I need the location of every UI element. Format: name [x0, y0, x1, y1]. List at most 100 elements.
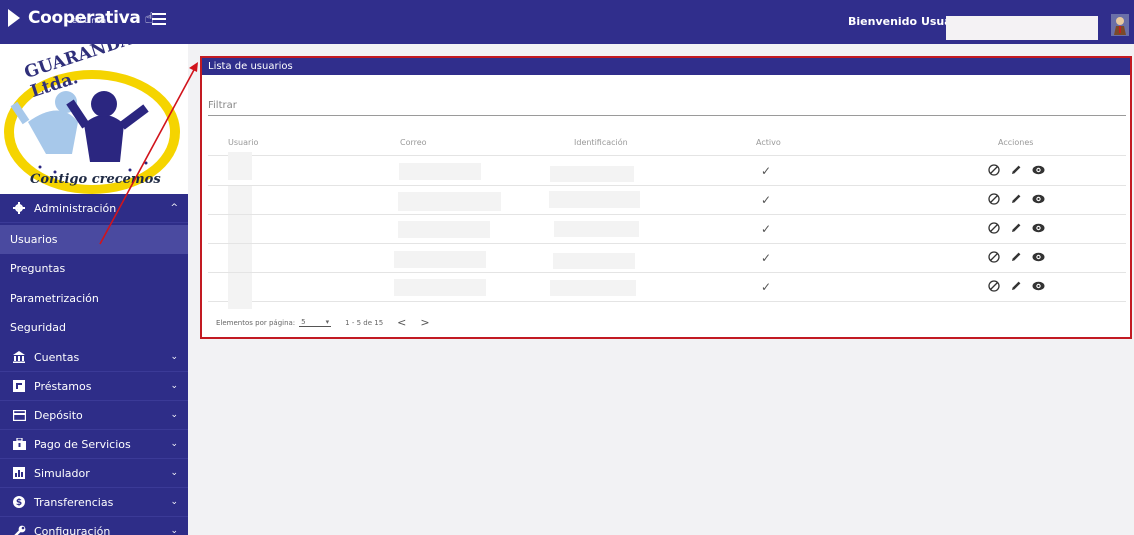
next-page-button[interactable]: > — [420, 316, 429, 329]
chevron-down-icon: ⌄ — [170, 439, 178, 449]
column-header-usuario[interactable]: Usuario — [228, 138, 258, 147]
view-eye-icon[interactable] — [1031, 221, 1045, 235]
top-bar: Cooperativa ☝ en Línea Bienvenido Usuari… — [0, 0, 1134, 44]
bank-icon — [12, 350, 26, 364]
username-field — [946, 16, 1098, 40]
logo-slogan: Contigo crecemos — [30, 172, 161, 187]
view-eye-icon[interactable] — [1031, 163, 1045, 177]
loan-icon — [12, 379, 26, 393]
user-list-card: Lista de usuarios Filtrar Usuario Correo… — [200, 56, 1132, 339]
edit-pencil-icon[interactable] — [1009, 221, 1023, 235]
sidebar-item-simulador[interactable]: Simulador ⌄ — [0, 459, 188, 488]
sidebar-item-prestamos[interactable]: Préstamos ⌄ — [0, 372, 188, 401]
sidebar-item-label: Parametrización — [10, 292, 99, 305]
chevron-down-icon: ⌄ — [170, 381, 178, 391]
edit-pencil-icon[interactable] — [1009, 192, 1023, 206]
chevron-down-icon: ⌄ — [170, 410, 178, 420]
row-actions — [987, 250, 1045, 264]
wrench-icon — [12, 524, 26, 535]
sidebar-item-preguntas[interactable]: Preguntas — [0, 254, 188, 283]
correo-cell — [398, 192, 501, 211]
sidebar-item-label: Simulador — [34, 466, 90, 480]
column-header-correo[interactable]: Correo — [400, 138, 427, 147]
identificacion-cell — [554, 221, 639, 237]
user-avatar-icon[interactable] — [1111, 14, 1129, 36]
hamburger-menu-icon[interactable] — [152, 13, 166, 25]
edit-pencil-icon[interactable] — [1009, 250, 1023, 264]
table-row: ✓ — [208, 152, 1126, 186]
sidebar-item-configuracion[interactable]: Configuración ⌄ — [0, 517, 188, 535]
view-eye-icon[interactable] — [1031, 279, 1045, 293]
sidebar: GUARANDA Ltda. Contigo crecemos Administ… — [0, 44, 188, 535]
usuario-cell — [228, 215, 252, 243]
usuario-cell — [228, 152, 252, 180]
sidebar-item-label: Préstamos — [34, 379, 92, 393]
play-arrow-icon — [8, 9, 20, 27]
chevron-up-icon: ^ — [170, 203, 178, 213]
disable-icon[interactable] — [987, 192, 1001, 206]
sidebar-item-label: Transferencias — [34, 495, 114, 509]
row-actions — [987, 279, 1045, 293]
transfer-icon: $ — [12, 495, 26, 509]
edit-pencil-icon[interactable] — [1009, 163, 1023, 177]
column-header-acciones: Acciones — [998, 138, 1034, 147]
page-range: 1 - 5 de 15 — [345, 318, 384, 327]
dropdown-arrow-icon: ▾ — [325, 318, 330, 326]
view-eye-icon[interactable] — [1031, 192, 1045, 206]
sidebar-item-administracion[interactable]: Administración ^ — [0, 194, 188, 223]
active-check-icon: ✓ — [761, 193, 772, 207]
sidebar-item-label: Administración — [34, 201, 117, 215]
row-actions — [987, 163, 1045, 177]
sidebar-item-label: Pago de Servicios — [34, 437, 131, 451]
disable-icon[interactable] — [987, 163, 1001, 177]
cooperative-logo: GUARANDA Ltda. Contigo crecemos — [0, 44, 188, 194]
usuario-cell — [228, 244, 252, 272]
correo-cell — [398, 221, 490, 238]
chevron-down-icon: ⌄ — [170, 497, 178, 507]
sidebar-item-label: Seguridad — [10, 321, 66, 334]
sidebar-item-label: Depósito — [34, 408, 83, 422]
sidebar-item-seguridad[interactable]: Seguridad — [0, 313, 188, 342]
active-check-icon: ✓ — [761, 164, 772, 178]
card-icon — [12, 408, 26, 422]
correo-cell — [399, 163, 481, 180]
card-title: Lista de usuarios — [202, 58, 1130, 75]
sidebar-item-usuarios[interactable]: Usuarios — [0, 225, 188, 254]
active-check-icon: ✓ — [761, 251, 772, 265]
sidebar-item-parametrizacion[interactable]: Parametrización — [0, 284, 188, 313]
chevron-down-icon: ⌄ — [170, 526, 178, 535]
correo-cell — [394, 251, 486, 268]
previous-page-button[interactable]: < — [397, 316, 406, 329]
disable-icon[interactable] — [987, 250, 1001, 264]
sidebar-item-cuentas[interactable]: Cuentas ⌄ — [0, 343, 188, 372]
brand-subtitle: en Línea — [72, 16, 107, 25]
service-icon — [12, 437, 26, 451]
chart-icon — [12, 466, 26, 480]
table-header: Usuario Correo Identificación Activo Acc… — [208, 138, 1126, 156]
sidebar-item-transferencias[interactable]: $ Transferencias ⌄ — [0, 488, 188, 517]
view-eye-icon[interactable] — [1031, 250, 1045, 264]
sidebar-item-label: Cuentas — [34, 350, 80, 364]
column-header-activo[interactable]: Activo — [756, 138, 781, 147]
paginator: Elementos por página: 5 ▾ 1 - 5 de 15 < … — [216, 316, 430, 329]
sidebar-item-label: Configuración — [34, 524, 111, 535]
identificacion-cell — [553, 253, 635, 269]
sidebar-item-deposito[interactable]: Depósito ⌄ — [0, 401, 188, 430]
sidebar-item-label: Usuarios — [10, 233, 58, 246]
edit-pencil-icon[interactable] — [1009, 279, 1023, 293]
sidebar-item-pago-de-servicios[interactable]: Pago de Servicios ⌄ — [0, 430, 188, 459]
active-check-icon: ✓ — [761, 280, 772, 294]
chevron-down-icon: ⌄ — [170, 352, 178, 362]
filter-input[interactable]: Filtrar — [208, 96, 1126, 116]
disable-icon[interactable] — [987, 279, 1001, 293]
correo-cell — [394, 279, 486, 296]
svg-text:$: $ — [16, 498, 22, 508]
column-header-identificacion[interactable]: Identificación — [574, 138, 628, 147]
usuario-cell — [228, 273, 252, 309]
row-actions — [987, 192, 1045, 206]
identificacion-cell — [549, 191, 640, 208]
table-row: ✓ — [208, 186, 1126, 215]
page-size-select[interactable]: 5 ▾ — [299, 318, 332, 327]
disable-icon[interactable] — [987, 221, 1001, 235]
row-actions — [987, 221, 1045, 235]
